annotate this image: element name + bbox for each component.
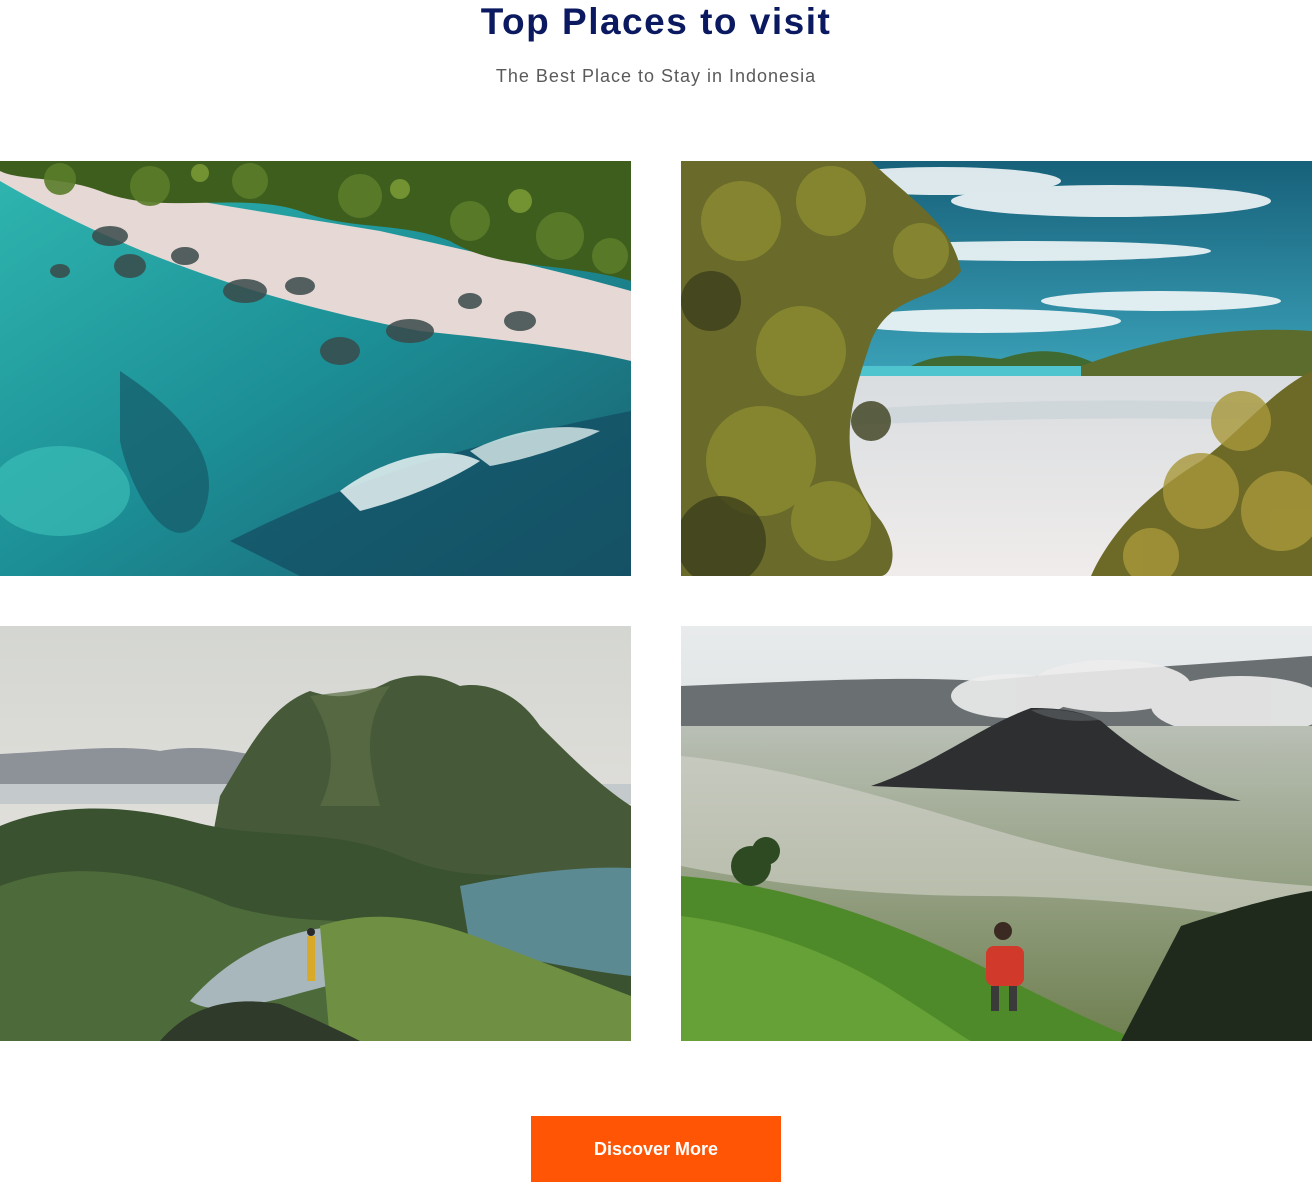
page-subtitle: The Best Place to Stay in Indonesia <box>495 66 817 86</box>
aerial-beach-image <box>0 161 631 576</box>
tropical-beach-image <box>681 161 1312 576</box>
page-title: Top Places to visit <box>480 1 832 42</box>
place-card-2[interactable] <box>681 161 1312 576</box>
hiker-figure <box>986 946 1024 986</box>
place-card-3[interactable] <box>0 626 631 1041</box>
place-card-4[interactable] <box>681 626 1312 1041</box>
place-card-1[interactable] <box>0 161 631 576</box>
mountain-hills-image <box>0 626 631 1041</box>
volcano-landscape-image <box>681 626 1312 1041</box>
person-figure <box>307 936 315 981</box>
discover-more-button[interactable]: Discover More <box>531 1116 781 1182</box>
